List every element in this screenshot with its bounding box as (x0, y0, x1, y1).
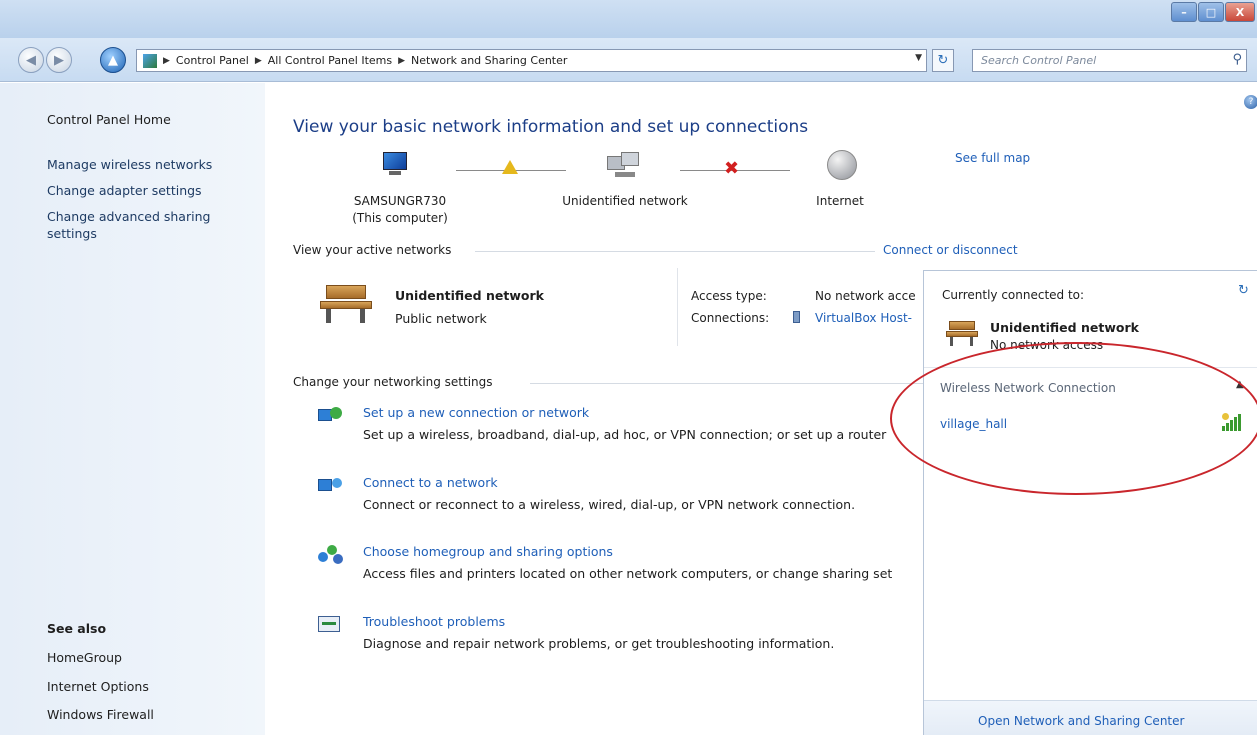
connect-network-icon (318, 475, 346, 497)
internet-label: Internet (816, 194, 864, 208)
navigation-bar: ◀ ▶ ▲ ▶ Control Panel ▶ All Control Pane… (0, 38, 1257, 82)
see-full-map-link[interactable]: See full map (955, 151, 1030, 165)
up-button[interactable]: ▲ (100, 47, 126, 73)
connections-value-link[interactable]: VirtualBox Host- (815, 311, 912, 325)
control-panel-home-link[interactable]: Control Panel Home (47, 111, 171, 128)
breadcrumb-all-items[interactable]: All Control Panel Items (268, 54, 392, 67)
back-arrow-icon: ◀ (26, 52, 36, 68)
troubleshoot-link[interactable]: Troubleshoot problems (363, 614, 505, 629)
annotation-ellipse (890, 342, 1257, 495)
homegroup-link[interactable]: Choose homegroup and sharing options (363, 544, 613, 559)
network-label: Unidentified network (562, 194, 688, 208)
computer-icon (381, 152, 411, 178)
warning-icon (502, 160, 518, 174)
homegroup-desc: Access files and printers located on oth… (363, 566, 893, 581)
new-connection-icon (318, 405, 346, 427)
new-connection-link[interactable]: Set up a new connection or network (363, 405, 589, 420)
connections-label: Connections: (691, 311, 770, 325)
forward-button[interactable]: ▶ (46, 47, 72, 73)
search-icon[interactable]: ⚲ (1232, 52, 1242, 67)
search-input[interactable]: Search Control Panel ⚲ (972, 49, 1247, 72)
help-icon[interactable]: ? (1244, 95, 1257, 109)
control-panel-icon (143, 53, 157, 68)
manage-wireless-link[interactable]: Manage wireless networks (47, 156, 212, 173)
change-advanced-sharing-link[interactable]: Change advanced sharing (47, 208, 210, 225)
title-bar: – □ X (0, 0, 1257, 38)
new-connection-desc: Set up a wireless, broadband, dial-up, a… (363, 427, 887, 442)
currently-connected-label: Currently connected to: (942, 288, 1085, 302)
access-type-label: Access type: (691, 289, 767, 303)
search-placeholder: Search Control Panel (981, 54, 1097, 67)
chevron-down-icon[interactable]: ▼ (915, 53, 922, 63)
connect-network-link[interactable]: Connect to a network (363, 475, 498, 490)
access-type-value: No network acce (815, 289, 916, 303)
connect-network-desc: Connect or reconnect to a wireless, wire… (363, 497, 856, 512)
adapter-icon (793, 311, 800, 326)
refresh-icon: ↻ (937, 53, 949, 68)
forward-arrow-icon: ▶ (54, 52, 64, 68)
see-also-heading: See also (47, 621, 107, 636)
globe-icon (827, 150, 857, 180)
network-icon (607, 152, 641, 180)
open-network-center-link[interactable]: Open Network and Sharing Center (978, 714, 1184, 728)
active-networks-heading: View your active networks (293, 243, 452, 257)
troubleshoot-icon (318, 614, 346, 636)
active-network-name: Unidentified network (395, 288, 544, 303)
internet-options-link[interactable]: Internet Options (47, 678, 149, 695)
change-advanced-sharing-link-cont[interactable]: settings (47, 225, 97, 242)
change-adapter-link[interactable]: Change adapter settings (47, 182, 202, 199)
change-settings-heading: Change your networking settings (293, 375, 493, 389)
up-arrow-icon: ▲ (108, 52, 118, 68)
connect-disconnect-link[interactable]: Connect or disconnect (883, 243, 1018, 257)
left-pane: Control Panel Home Manage wireless netwo… (0, 83, 265, 735)
page-title: View your basic network information and … (293, 117, 809, 137)
address-bar[interactable]: ▶ Control Panel ▶ All Control Panel Item… (136, 49, 927, 72)
window-controls: – □ X (1171, 2, 1255, 22)
flyout-network-name: Unidentified network (990, 320, 1139, 335)
homegroup-link[interactable]: HomeGroup (47, 649, 122, 666)
flyout-footer: Open Network and Sharing Center (924, 700, 1257, 735)
breadcrumb-network-center[interactable]: Network and Sharing Center (411, 54, 567, 67)
windows-firewall-link[interactable]: Windows Firewall (47, 706, 154, 723)
back-button[interactable]: ◀ (18, 47, 44, 73)
active-network-type[interactable]: Public network (395, 311, 487, 326)
computer-label: SAMSUNGR730 (This computer) (352, 194, 448, 225)
close-button[interactable]: X (1225, 2, 1255, 22)
bench-icon (320, 285, 372, 325)
disconnected-x-icon: ✖ (724, 158, 740, 179)
homegroup-icon (318, 544, 346, 566)
breadcrumb-control-panel[interactable]: Control Panel (176, 54, 249, 67)
network-flyout: Currently connected to: ↻ Unidentified n… (923, 270, 1257, 735)
minimize-button[interactable]: – (1171, 2, 1197, 22)
maximize-button[interactable]: □ (1198, 2, 1224, 22)
refresh-flyout-icon[interactable]: ↻ (1238, 283, 1249, 298)
refresh-button[interactable]: ↻ (932, 49, 954, 72)
troubleshoot-desc: Diagnose and repair network problems, or… (363, 636, 835, 651)
bench-icon (946, 321, 978, 347)
